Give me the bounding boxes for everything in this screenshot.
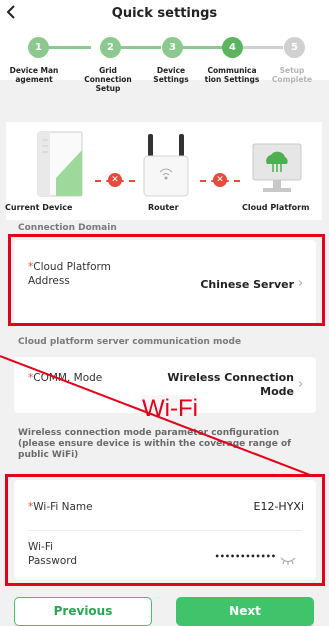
router-label: Router: [148, 203, 179, 212]
step-2-circle: 2: [100, 37, 121, 58]
step-connector: [47, 46, 91, 49]
step-4-label: Communica tion Settings: [204, 66, 260, 84]
annotation-box-wifi: [5, 474, 325, 586]
inverter-icon: [34, 130, 86, 204]
page-title: Quick settings: [111, 6, 218, 21]
step-1-label: Device Man agement: [9, 66, 59, 84]
cloud-platform-label: Cloud Platform: [242, 203, 310, 212]
header-bar: Quick settings 1 2 3 4 5 Device Man agem…: [0, 0, 329, 93]
x-circle-icon: ✕: [108, 173, 122, 187]
annotation-label: Wi-Fi: [142, 395, 198, 423]
step-connector: [243, 46, 283, 49]
router-icon: [138, 132, 194, 204]
step-5-label: Setup Complete: [271, 66, 313, 84]
chevron-right-icon: ›: [298, 377, 304, 392]
step-5-circle: 5: [284, 37, 305, 58]
x-circle-icon: ✕: [213, 173, 227, 187]
cloud-platform-icon: [245, 140, 309, 204]
connection-domain-title: Connection Domain: [18, 223, 117, 233]
current-device-label: Current Device: [5, 203, 73, 212]
step-1-circle: 1: [28, 37, 49, 58]
step-2-label: Grid Connection Setup: [84, 66, 132, 93]
step-3-circle: 3: [162, 37, 183, 58]
comm-mode-title: Cloud platform server communication mode: [18, 337, 242, 347]
annotation-box-cloud: [8, 234, 325, 326]
step-connector: [181, 46, 223, 49]
previous-button[interactable]: Previous: [14, 597, 152, 626]
next-button[interactable]: Next: [176, 597, 314, 626]
step-3-label: Device Settings: [153, 66, 189, 84]
step-4-circle: 4: [222, 37, 243, 58]
wireless-description: Wireless connection mode parameter confi…: [18, 428, 292, 460]
